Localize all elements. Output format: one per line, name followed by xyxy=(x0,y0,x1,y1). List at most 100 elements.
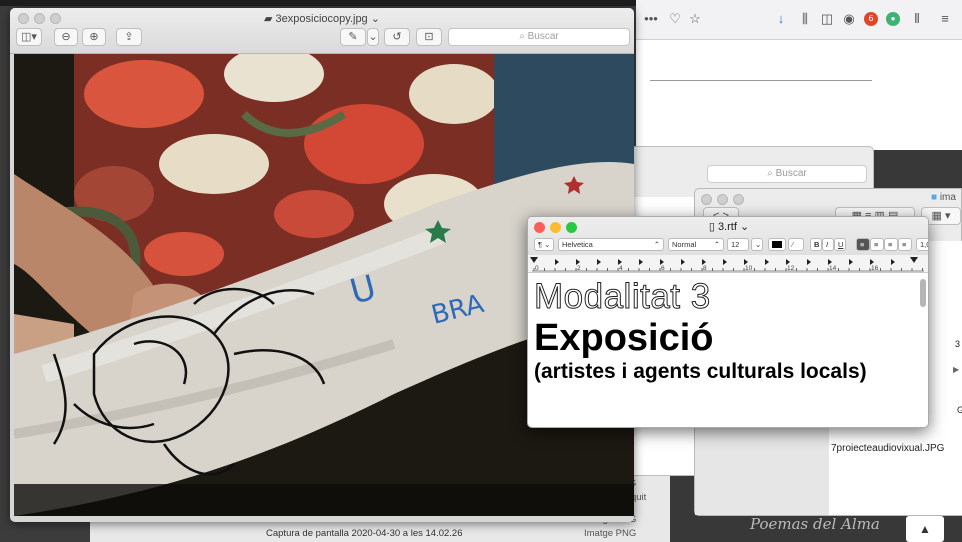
textedit-window: ▯ 3.rtf ⌄ ¶ ⌄ Helvetica ⌃ Normal ⌃ 12 ⌄ ⁄ … xyxy=(527,216,929,428)
extension-grid-icon[interactable]: ⫴ xyxy=(908,10,926,28)
list-item[interactable]: Captura de pantalla 2020-04-30 a les 14.… xyxy=(90,526,670,542)
folder-icon: ■ xyxy=(931,192,940,203)
highlight-color-well[interactable]: ⁄ xyxy=(788,238,804,251)
sidebar-icon[interactable]: ◫ xyxy=(818,10,836,28)
extension-green-icon[interactable]: ● xyxy=(886,12,900,26)
underline-label: U xyxy=(838,240,844,249)
markup-menu-button[interactable]: ⌄ xyxy=(367,28,379,46)
ruler-number: 2 xyxy=(577,265,581,272)
search-icon: ⌕ xyxy=(767,168,776,179)
markup-button[interactable]: ✎ xyxy=(340,28,366,46)
underline-button[interactable]: U xyxy=(834,238,846,251)
image-file-icon: ▰ xyxy=(264,13,276,25)
right-margin-marker-icon xyxy=(910,257,918,263)
tab-stop-icon xyxy=(765,259,769,265)
tab-stop-icon xyxy=(723,259,727,265)
partial-label: 3 xyxy=(955,339,961,349)
font-size-value: 12 xyxy=(731,240,740,249)
text-color-well[interactable] xyxy=(768,238,786,251)
zoom-out-button[interactable]: ⊖ xyxy=(54,28,78,46)
search-placeholder: Buscar xyxy=(527,31,559,42)
minimize-button[interactable] xyxy=(717,194,728,205)
ruler-number: 8 xyxy=(703,265,707,272)
file-name[interactable]: 7proiecteaudiovixual.JPG xyxy=(831,443,944,454)
ruler-number: 16 xyxy=(871,265,879,272)
search-icon: ⌕ xyxy=(519,31,528,42)
extension-badge-icon[interactable]: 6 xyxy=(864,12,878,26)
bold-label: B xyxy=(814,240,820,249)
ruler-number: 6 xyxy=(661,265,665,272)
search-input[interactable]: ⌕ Buscar xyxy=(707,165,867,183)
title-text: 3.rtf xyxy=(717,221,737,233)
page-divider xyxy=(650,80,872,81)
rotate-button[interactable]: ↺ xyxy=(384,28,410,46)
font-family-value: Helvetica xyxy=(562,240,593,249)
italic-label: I xyxy=(826,240,829,249)
chevron-down-icon: ⌄ xyxy=(367,13,380,25)
ruler[interactable]: 0 2 4 6 8 10 12 14 16 xyxy=(528,255,928,273)
italic-button[interactable]: I xyxy=(822,238,834,251)
tab-stop-icon xyxy=(681,259,685,265)
align-justify-button[interactable]: ≡ xyxy=(898,238,912,251)
expand-arrow-icon[interactable]: ▶ xyxy=(953,365,959,374)
bookmark-star-icon[interactable]: ☆ xyxy=(686,10,704,28)
ruler-number: 10 xyxy=(745,265,753,272)
bold-button[interactable]: B xyxy=(810,238,822,251)
font-style-value: Normal xyxy=(672,240,697,249)
document-body[interactable]: Modalitat 3 Exposició (artistes i agents… xyxy=(534,277,918,385)
align-left-button[interactable]: ≡ xyxy=(856,238,870,251)
zoom-button[interactable] xyxy=(733,194,744,205)
share-button[interactable]: ⇪ xyxy=(116,28,142,46)
font-size-menu[interactable]: ⌄ xyxy=(751,238,763,251)
preview-toolbar: ▰ 3exposiciocopy.jpg ⌄ ◫▾ ⊖ ⊕ ⇪ ✎ ⌄ ↺ ⊡ … xyxy=(10,8,634,54)
font-family-select[interactable]: Helvetica ⌃ xyxy=(558,238,664,251)
tab-stop-icon xyxy=(849,259,853,265)
partial-label: G xyxy=(957,405,962,415)
account-icon[interactable]: ◉ xyxy=(840,10,858,28)
chevron-down-icon: ⌄ xyxy=(736,221,750,233)
tab-stop-icon xyxy=(891,259,895,265)
browser-toolbar: ••• ♡ ☆ ↓ ⫼ ◫ ◉ 6 ● ⫴ ≡ xyxy=(636,0,962,40)
paragraph-style-select[interactable]: ¶ ⌄ xyxy=(534,238,554,251)
font-size-field[interactable]: 12 xyxy=(727,238,749,251)
ruler-number: 12 xyxy=(787,265,795,272)
scroll-to-top-button[interactable]: ▲ xyxy=(906,516,944,542)
toolbox-button[interactable]: ⊡ xyxy=(416,28,442,46)
search-input[interactable]: ⌕ Buscar xyxy=(448,28,630,46)
library-icon[interactable]: ⫼ xyxy=(796,10,814,28)
tab-stop-icon xyxy=(555,259,559,265)
menu-icon[interactable]: ≡ xyxy=(936,10,954,28)
chevron-up-icon: ▲ xyxy=(919,522,931,536)
heading-line-2: Exposició xyxy=(534,317,714,359)
ruler-ticks xyxy=(530,257,924,272)
title-text: ima xyxy=(939,192,956,203)
more-icon[interactable]: ••• xyxy=(642,10,660,28)
window-title: ■ ima xyxy=(931,192,956,203)
window-title: ▰ 3exposiciocopy.jpg ⌄ xyxy=(10,12,634,25)
file-name: Captura de pantalla 2020-04-30 a les 14.… xyxy=(266,528,463,539)
tab-stop-icon xyxy=(639,259,643,265)
pocket-icon[interactable]: ♡ xyxy=(666,10,684,28)
close-button[interactable] xyxy=(701,194,712,205)
file-kind: Imatge PNG xyxy=(584,528,637,539)
indent-marker-icon xyxy=(530,257,538,263)
site-logo: Poemas del Alma xyxy=(750,515,880,533)
ruler-number: 14 xyxy=(829,265,837,272)
heading-line-1: Modalitat 3 xyxy=(534,277,711,317)
document-icon: ▯ xyxy=(708,221,718,233)
line-spacing-value: 1,0 xyxy=(920,240,928,249)
tab-stop-icon xyxy=(597,259,601,265)
download-icon[interactable]: ↓ xyxy=(772,10,790,28)
scrollbar[interactable] xyxy=(920,279,926,307)
line-spacing-select[interactable]: 1,0 xyxy=(916,238,928,251)
font-style-select[interactable]: Normal ⌃ xyxy=(668,238,724,251)
search-placeholder: Buscar xyxy=(775,168,807,179)
ruler-number: 0 xyxy=(535,265,539,272)
align-center-button[interactable]: ≡ xyxy=(870,238,884,251)
paragraph-style-value: ¶ xyxy=(538,240,543,249)
align-right-button[interactable]: ≡ xyxy=(884,238,898,251)
sidebar-toggle-button[interactable]: ◫▾ xyxy=(16,28,42,46)
zoom-in-button[interactable]: ⊕ xyxy=(82,28,106,46)
ruler-number: 4 xyxy=(619,265,623,272)
browser-page xyxy=(636,40,962,150)
